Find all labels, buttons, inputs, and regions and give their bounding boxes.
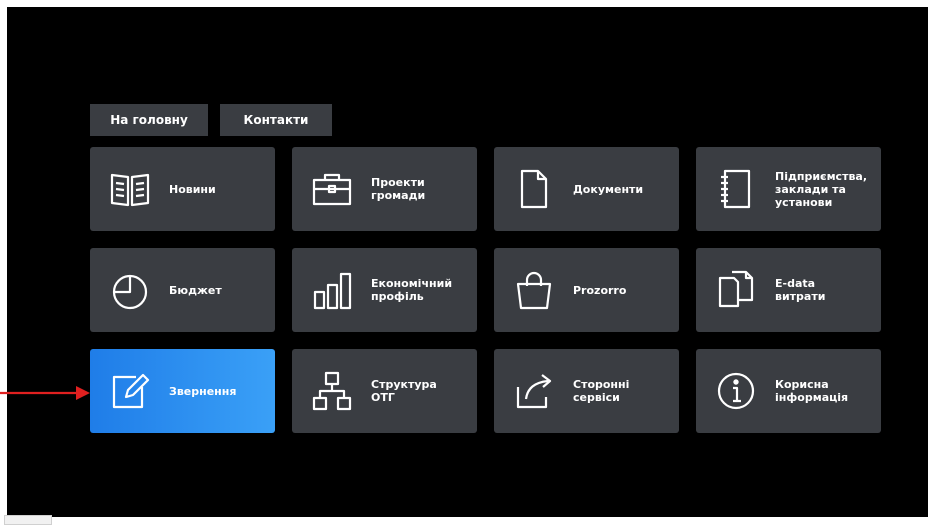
corner-watermark <box>4 515 52 525</box>
book-icon <box>108 167 152 211</box>
tile-enterprises[interactable]: Підприємства, заклади та установи <box>696 147 881 231</box>
pointer-arrow <box>0 386 90 400</box>
tile-edata-expenses[interactable]: E-data витрати <box>696 248 881 332</box>
briefcase-icon <box>310 167 354 211</box>
share-icon <box>512 369 556 413</box>
tile-label: Сторонні сервіси <box>573 378 630 404</box>
notebook-icon <box>714 167 758 211</box>
tile-appeals[interactable]: Звернення <box>90 349 275 433</box>
tile-budget[interactable]: Бюджет <box>90 248 275 332</box>
contacts-button[interactable]: Контакти <box>220 104 332 136</box>
tile-label: Підприємства, заклади та установи <box>775 169 868 209</box>
document-icon <box>512 167 556 211</box>
tile-documents[interactable]: Документи <box>494 147 679 231</box>
tile-useful-info[interactable]: Корисна інформація <box>696 349 881 433</box>
tile-label: Звернення <box>169 384 237 398</box>
tile-label: Економічний профіль <box>371 277 453 303</box>
home-button[interactable]: На головну <box>90 104 208 136</box>
tile-otg-structure[interactable]: Структура ОТГ <box>292 349 477 433</box>
files-icon <box>714 268 758 312</box>
tile-label: Документи <box>573 182 644 196</box>
bar-chart-icon <box>310 268 354 312</box>
tile-label: Бюджет <box>169 283 222 297</box>
app-screen: На головну Контакти Новини Проекти грома… <box>7 7 928 517</box>
tile-prozorro[interactable]: Prozorro <box>494 248 679 332</box>
info-icon <box>714 369 758 413</box>
edit-icon <box>108 369 152 413</box>
tile-label: Prozorro <box>573 283 627 297</box>
tile-community-projects[interactable]: Проекти громади <box>292 147 477 231</box>
tile-label: Новини <box>169 182 216 196</box>
tile-label: Корисна інформація <box>775 378 849 404</box>
org-structure-icon <box>310 369 354 413</box>
tile-label: Проекти громади <box>371 176 426 202</box>
tile-label: E-data витрати <box>775 277 826 303</box>
pie-chart-icon <box>108 268 152 312</box>
tile-third-party-services[interactable]: Сторонні сервіси <box>494 349 679 433</box>
tile-economic-profile[interactable]: Економічний профіль <box>292 248 477 332</box>
shopping-bag-icon <box>512 268 556 312</box>
tile-news[interactable]: Новини <box>90 147 275 231</box>
tile-label: Структура ОТГ <box>371 378 437 404</box>
